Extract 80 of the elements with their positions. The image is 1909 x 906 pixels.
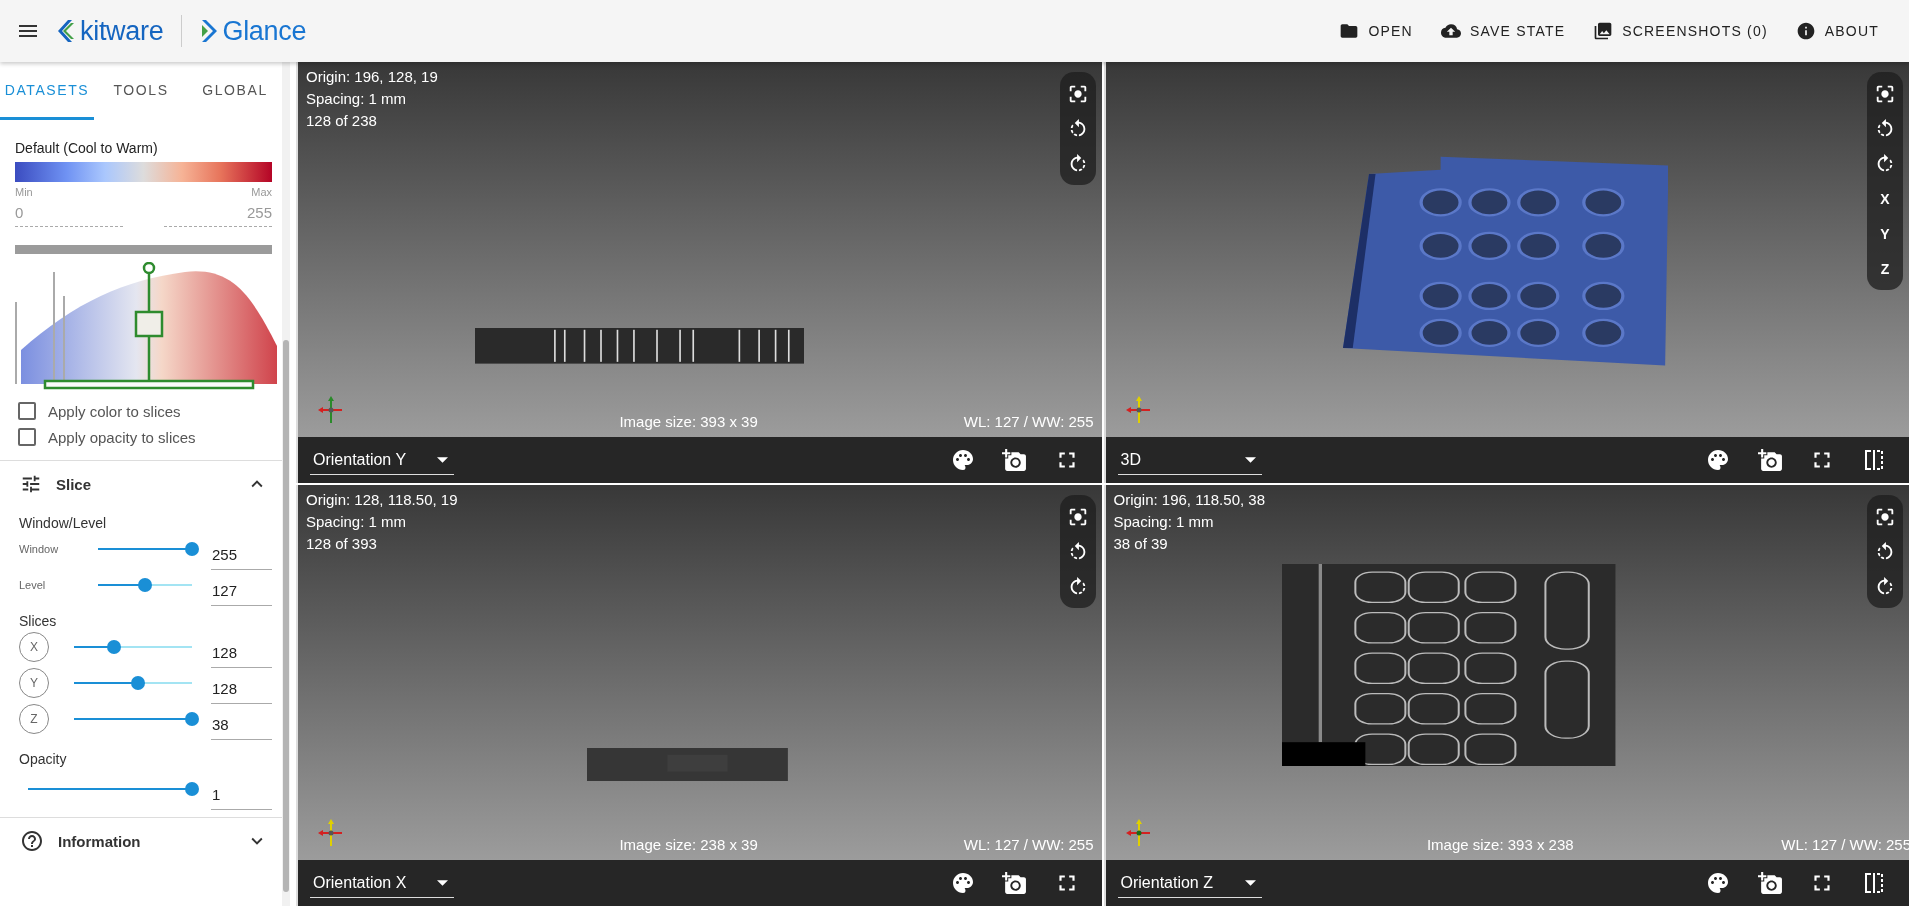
colormap-name[interactable]: Default (Cool to Warm) [15,140,272,156]
view-info-text: Origin: 128, 118.50, 19 [306,491,458,508]
view-type-dropdown[interactable]: Orientation X [310,868,454,898]
image-size-text: Image size: 393 x 238 [1426,836,1574,853]
section-title: Opacity [19,751,68,767]
min-label: Min [15,186,33,198]
palette-icon [950,871,975,895]
toolbar-action[interactable]: OPEN [1325,11,1427,51]
palette-icon [950,448,975,472]
view-type-dropdown[interactable]: Orientation Z [1117,868,1262,898]
view-info-text: Origin: 196, 128, 19 [306,68,438,85]
slider-handle[interactable] [185,782,199,796]
view-info-text: 38 of 39 [1113,535,1169,552]
help-icon [20,829,44,853]
chevron-logo-icon [200,19,219,43]
caret-icon [437,880,448,886]
view-info-text: Spacing: 1 mm [1113,513,1215,530]
sidebar-tab[interactable]: TOOLS [94,62,188,120]
value-field[interactable]: 127 [211,574,272,606]
checkbox[interactable] [18,428,36,446]
panel-header[interactable]: Information [0,818,282,864]
view-info-text: Origin: 196, 118.50, 38 [1113,491,1265,508]
checkbox-option[interactable]: Apply opacity to slices [18,424,272,450]
product-name: Glance [222,15,307,47]
add-photo-icon [1757,447,1783,473]
caret-icon [1244,880,1256,886]
view-info-text: 128 of 238 [306,112,378,129]
view-type-dropdown[interactable]: 3D [1117,445,1262,475]
window-level-text: WL: 127 / WW: 255 [963,836,1094,853]
panel-header[interactable]: Slice [0,461,282,507]
palette-icon [1706,448,1730,472]
palette-icon [1706,871,1730,895]
checkbox-option[interactable]: Apply color to slices [18,398,272,424]
sidebar-tab[interactable]: DATASETS [0,62,94,120]
sidebar-tab[interactable]: GLOBAL [188,62,282,120]
scrollbar[interactable] [282,62,290,906]
view-info-text: 128 of 393 [306,535,378,552]
folder-icon [1339,21,1360,41]
view-info-text: Spacing: 1 mm [306,513,408,530]
caret-icon [437,457,448,463]
add-photo-icon [1002,870,1027,896]
checkbox[interactable] [18,402,36,420]
value-field[interactable]: 38 [211,708,272,740]
sliders-icon [20,473,42,495]
brand-name: kitware [80,15,164,47]
toolbar-action[interactable]: ABOUT [1781,11,1893,51]
photo-library-icon [1593,21,1614,41]
view-type-dropdown[interactable]: Orientation Y [310,445,454,475]
slider-handle[interactable] [138,578,152,592]
value-field[interactable]: 128 [211,636,272,668]
max-label: Max [251,186,272,198]
cloud-upload-icon [1440,21,1461,41]
split-icon [1863,449,1885,471]
image-size-text: Image size: 393 x 39 [619,413,758,430]
transfer-function-drawing[interactable] [15,262,277,390]
slider-handle[interactable] [185,542,199,556]
view-info-text: Spacing: 1 mm [306,90,408,107]
axis-view-button[interactable]: Z [1869,251,1901,286]
value-field[interactable]: 128 [211,672,272,704]
section-title: Window/Level [19,515,108,531]
slider-label: Window [19,543,60,555]
slider-label: Level [19,579,47,591]
image-size-text: Image size: 238 x 39 [619,836,758,853]
section-title: Slices [19,613,58,629]
axis-view-button[interactable]: X [1869,181,1901,216]
slider-handle[interactable] [107,640,122,654]
info-icon [1795,21,1816,41]
toolbar-action[interactable]: SCREENSHOTS (0) [1579,11,1782,51]
value-field[interactable]: 1 [211,778,272,810]
caret-icon [1244,457,1256,463]
toolbar-action[interactable]: SAVE STATE [1426,11,1580,51]
add-photo-icon [1757,870,1783,896]
slider-handle[interactable] [185,712,199,726]
window-level-text: WL: 127 / WW: 255 [963,413,1094,430]
axis-view-button[interactable]: Y [1869,216,1901,251]
value-field[interactable]: 255 [211,538,272,570]
split-icon [1863,872,1885,894]
chevron-logo-icon [56,19,76,43]
add-photo-icon [1002,447,1027,473]
slider-handle[interactable] [130,676,145,690]
